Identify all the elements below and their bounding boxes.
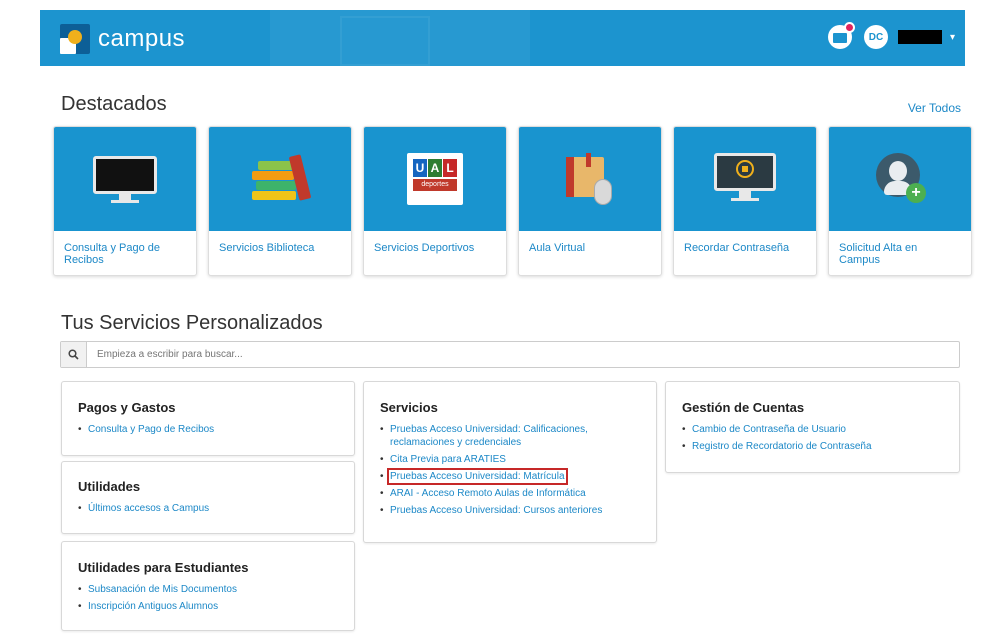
featured-cards: Consulta y Pago de Recibos Servicios Bib… [53, 126, 972, 276]
panel-utilidades-estudiantes: Utilidades para Estudiantes Subsanación … [61, 541, 355, 631]
notification-badge [843, 22, 855, 33]
link-registro-recordatorio[interactable]: Registro de Recordatorio de Contraseña [682, 440, 943, 453]
ual-deportes-icon: U A L deportes [407, 153, 463, 205]
lock-monitor-icon [714, 153, 776, 205]
card-consulta-pago[interactable]: Consulta y Pago de Recibos [53, 126, 197, 276]
link-consulta-pago-recibos[interactable]: Consulta y Pago de Recibos [78, 423, 338, 436]
link-ultimos-accesos[interactable]: Últimos accesos a Campus [78, 502, 338, 515]
top-header: campus DC ▾ [40, 10, 965, 66]
link-pau-calificaciones[interactable]: Pruebas Acceso Universidad: Calificacion… [380, 423, 640, 449]
card-label: Recordar Contraseña [684, 242, 790, 254]
panel-pagos-gastos: Pagos y Gastos Consulta y Pago de Recibo… [61, 381, 355, 456]
ver-todos-link[interactable]: Ver Todos [908, 101, 961, 115]
app-name: campus [98, 25, 186, 52]
card-label: Solicitud Alta en Campus [839, 242, 918, 266]
ual-letter-a: A [428, 159, 442, 177]
card-recordar-contrasena[interactable]: Recordar Contraseña [673, 126, 817, 276]
panel-utilidades: Utilidades Últimos accesos a Campus [61, 461, 355, 534]
card-solicitud-alta[interactable]: + Solicitud Alta en Campus [828, 126, 972, 276]
ual-letter-u: U [413, 159, 427, 177]
servicios-personalizados-title: Tus Servicios Personalizados [61, 312, 323, 334]
books-icon [248, 154, 312, 203]
link-arai-acceso-remoto[interactable]: ARAI - Acceso Remoto Aulas de Informátic… [380, 487, 640, 500]
user-add-icon: + [874, 153, 926, 205]
card-label: Consulta y Pago de Recibos [64, 242, 161, 266]
card-label: Servicios Biblioteca [219, 242, 315, 254]
panel-title: Utilidades [78, 479, 141, 494]
campus-logo-icon [60, 24, 90, 54]
search-bar [60, 341, 960, 368]
ual-letter-l: L [443, 159, 457, 177]
user-avatar[interactable]: DC [863, 25, 888, 49]
header-decoration-frame [340, 16, 430, 66]
link-cambio-contrasena[interactable]: Cambio de Contraseña de Usuario [682, 423, 943, 436]
panel-title: Servicios [380, 400, 438, 415]
destacados-title: Destacados [61, 93, 167, 115]
panel-title: Utilidades para Estudiantes [78, 560, 249, 575]
panel-title: Gestión de Cuentas [682, 400, 805, 415]
link-subsanacion-documentos[interactable]: Subsanación de Mis Documentos [78, 583, 338, 596]
panel-servicios: Servicios Pruebas Acceso Universidad: Ca… [363, 381, 657, 543]
book-mouse-icon [564, 153, 616, 205]
monitor-icon [93, 156, 157, 203]
card-label: Aula Virtual [529, 242, 586, 254]
search-icon[interactable] [61, 342, 87, 367]
search-input[interactable] [87, 349, 887, 360]
ual-subtitle: deportes [413, 179, 457, 191]
card-biblioteca[interactable]: Servicios Biblioteca [208, 126, 352, 276]
panel-gestion-cuentas: Gestión de Cuentas Cambio de Contraseña … [665, 381, 960, 473]
link-pau-cursos-anteriores[interactable]: Pruebas Acceso Universidad: Cursos anter… [380, 504, 640, 517]
card-deportivos[interactable]: U A L deportes Servicios Deportivos [363, 126, 507, 276]
card-aula-virtual[interactable]: Aula Virtual [518, 126, 662, 276]
link-pau-matricula[interactable]: Pruebas Acceso Universidad: Matrícula [380, 468, 640, 485]
mail-notification-icon[interactable] [827, 22, 855, 49]
panel-title: Pagos y Gastos [78, 400, 176, 415]
link-inscripcion-antiguos-alumnos[interactable]: Inscripción Antiguos Alumnos [78, 600, 338, 613]
link-pau-matricula-label[interactable]: Pruebas Acceso Universidad: Matrícula [387, 468, 568, 485]
link-cita-previa-araties[interactable]: Cita Previa para ARATIES [380, 453, 640, 466]
user-name-redacted[interactable] [897, 30, 942, 44]
user-menu-chevron-icon[interactable]: ▾ [950, 32, 955, 43]
header-user-area: DC ▾ [827, 22, 955, 49]
campus-logo[interactable]: campus [60, 24, 185, 54]
card-label: Servicios Deportivos [374, 242, 475, 254]
